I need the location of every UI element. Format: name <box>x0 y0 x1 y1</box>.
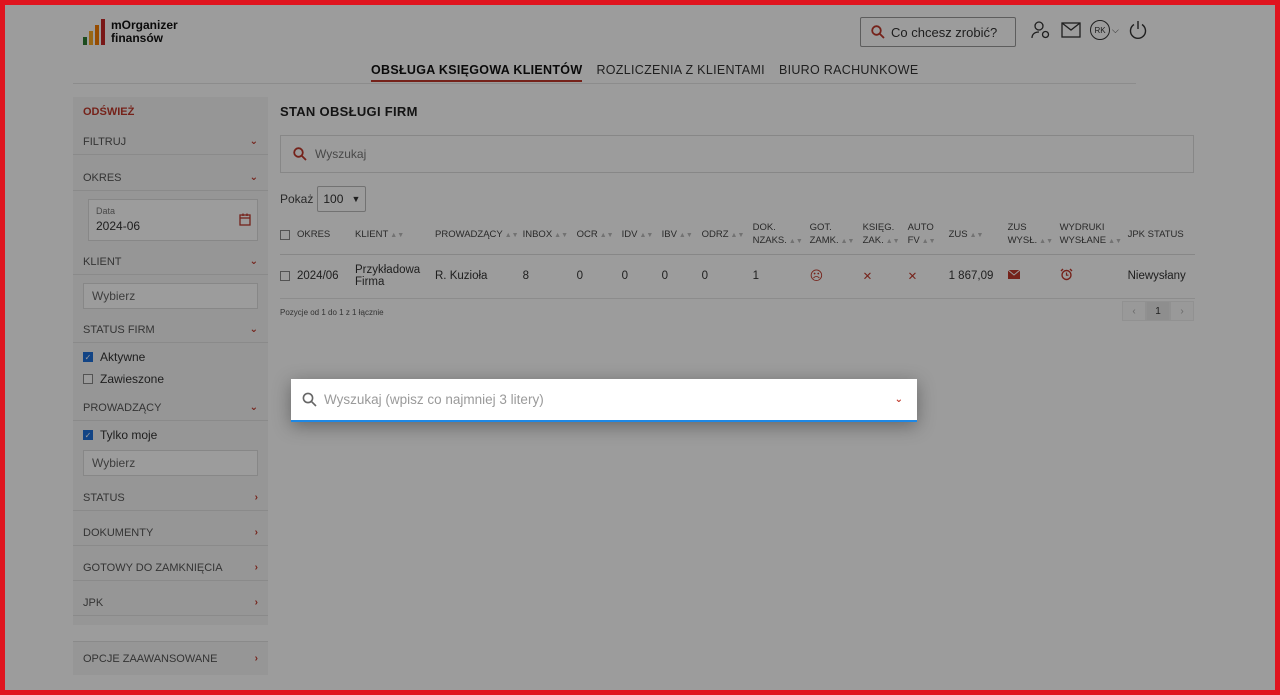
chevron-down-icon[interactable]: ⌄ <box>895 394 903 405</box>
search-modal[interactable]: Wyszukaj (wpisz co najmniej 3 litery) ⌄ <box>291 379 917 422</box>
search-icon <box>302 392 317 407</box>
modal-backdrop[interactable] <box>5 5 1275 690</box>
page: mOrganizer finansów Co chcesz zrobić? RK… <box>5 5 1275 690</box>
modal-search-placeholder[interactable]: Wyszukaj (wpisz co najmniej 3 litery) <box>324 392 888 407</box>
